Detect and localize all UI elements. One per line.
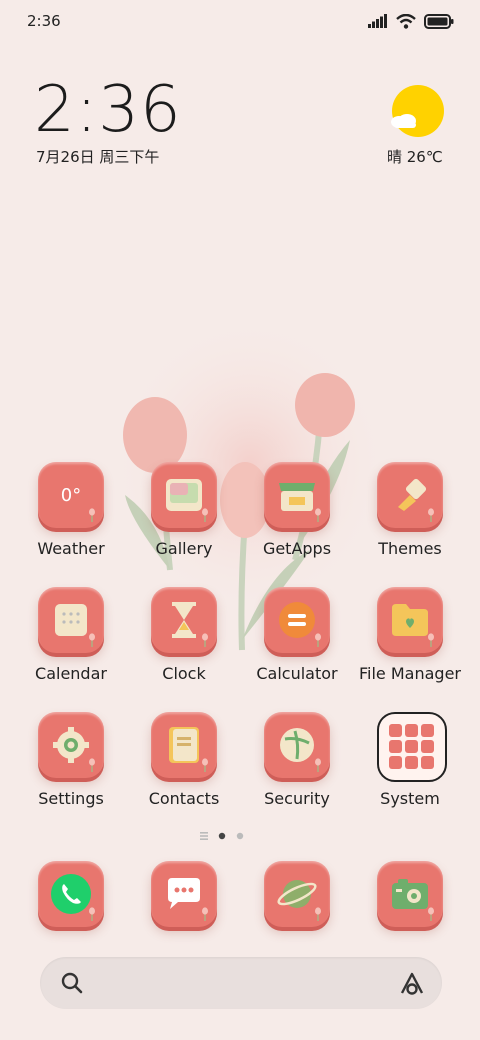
tulip-badge-icon bbox=[315, 508, 321, 522]
getapps-icon[interactable] bbox=[264, 462, 330, 528]
app-label: Weather bbox=[37, 539, 105, 558]
tulip-badge-icon bbox=[428, 508, 434, 522]
clock-icon[interactable] bbox=[151, 587, 217, 653]
signal-icon bbox=[368, 14, 387, 28]
tulip-badge-icon bbox=[89, 758, 95, 772]
app-label: Clock bbox=[162, 664, 206, 683]
file-manager-icon[interactable] bbox=[377, 587, 443, 653]
calendar-icon[interactable] bbox=[38, 587, 104, 653]
themes-icon[interactable] bbox=[377, 462, 443, 528]
tulip-badge-icon bbox=[202, 758, 208, 772]
messages-icon[interactable] bbox=[151, 861, 217, 927]
tulip-badge-icon bbox=[202, 508, 208, 522]
app-label: System bbox=[380, 789, 440, 808]
security-icon[interactable] bbox=[264, 712, 330, 778]
tulip-wallpaper bbox=[110, 330, 390, 651]
search-bar[interactable] bbox=[40, 957, 442, 1009]
sun-icon[interactable] bbox=[392, 85, 444, 137]
calculator-icon[interactable] bbox=[264, 587, 330, 653]
assistant-icon[interactable] bbox=[398, 969, 426, 997]
page-dot-current bbox=[218, 832, 226, 840]
wifi-icon bbox=[396, 13, 416, 29]
tulip-badge-icon bbox=[315, 633, 321, 647]
clock-widget-time[interactable]: 2:36 bbox=[34, 78, 182, 142]
page-indicator-list-icon bbox=[200, 832, 208, 834]
tulip-badge-icon bbox=[315, 907, 321, 921]
clock-widget-date: 7月26日 周三下午 bbox=[36, 148, 160, 166]
weather-icon[interactable]: 0° bbox=[38, 462, 104, 528]
tulip-badge-icon bbox=[89, 907, 95, 921]
app-label: Gallery bbox=[155, 539, 213, 558]
weather-widget-text: 晴 26℃ bbox=[387, 148, 443, 166]
app-label: GetApps bbox=[262, 539, 332, 558]
app-label: Contacts bbox=[148, 789, 220, 808]
gallery-icon[interactable] bbox=[151, 462, 217, 528]
app-label: Calendar bbox=[35, 664, 107, 683]
browser-icon[interactable] bbox=[264, 861, 330, 927]
cloud-icon bbox=[391, 114, 416, 128]
camera-icon[interactable] bbox=[377, 861, 443, 927]
app-label: File Manager bbox=[359, 664, 461, 683]
page-dot bbox=[236, 832, 244, 840]
tulip-badge-icon bbox=[428, 907, 434, 921]
settings-icon[interactable] bbox=[38, 712, 104, 778]
tulip-badge-icon bbox=[202, 633, 208, 647]
tulip-badge-icon bbox=[428, 633, 434, 647]
app-label: Security bbox=[264, 789, 330, 808]
contacts-icon[interactable] bbox=[151, 712, 217, 778]
status-time: 2:36 bbox=[27, 12, 61, 30]
tulip-badge-icon bbox=[89, 633, 95, 647]
tulip-badge-icon bbox=[315, 758, 321, 772]
app-label: Calculator bbox=[256, 664, 338, 683]
search-icon[interactable] bbox=[60, 971, 84, 995]
tulip-badge-icon bbox=[202, 907, 208, 921]
status-bar: 2:36 bbox=[0, 0, 480, 44]
page-indicator[interactable] bbox=[200, 830, 280, 842]
tulip-badge-icon bbox=[89, 508, 95, 522]
app-label: Themes bbox=[378, 539, 442, 558]
battery-icon bbox=[424, 13, 454, 29]
system-folder-icon[interactable] bbox=[377, 712, 447, 782]
app-label: Settings bbox=[38, 789, 104, 808]
phone-icon[interactable] bbox=[38, 861, 104, 927]
